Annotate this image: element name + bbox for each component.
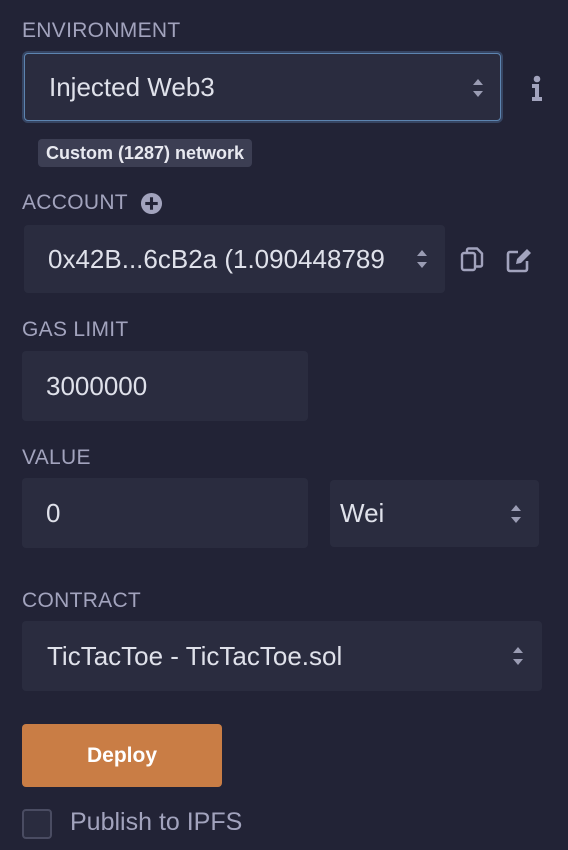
select-arrows-icon	[511, 505, 521, 523]
deploy-run-panel: ENVIRONMENT Injected Web3 Custom (1287) …	[0, 0, 568, 850]
deploy-button[interactable]: Deploy	[22, 724, 222, 787]
environment-selected-value: Injected Web3	[49, 71, 215, 102]
publish-to-ipfs-checkbox[interactable]	[22, 809, 52, 839]
contract-selected-value: TicTacToe - TicTacToe.sol	[47, 640, 343, 671]
edit-icon[interactable]	[505, 246, 535, 274]
environment-label: ENVIRONMENT	[22, 19, 181, 42]
contract-label: CONTRACT	[22, 589, 142, 612]
account-label: ACCOUNT	[22, 191, 128, 214]
gas-limit-input[interactable]: 3000000	[22, 351, 308, 421]
account-selected-value: 0x42B...6cB2a (1.090448789	[48, 243, 385, 274]
value-unit-selected: Wei	[340, 498, 385, 528]
select-arrows-icon	[473, 79, 483, 97]
contract-select[interactable]: TicTacToe - TicTacToe.sol	[22, 621, 542, 691]
account-select[interactable]: 0x42B...6cB2a (1.090448789	[24, 225, 445, 293]
environment-select[interactable]: Injected Web3	[24, 53, 501, 121]
publish-to-ipfs-label[interactable]: Publish to IPFS	[70, 808, 242, 837]
value-unit-select[interactable]: Wei	[330, 480, 539, 547]
select-arrows-icon	[417, 250, 427, 268]
network-badge: Custom (1287) network	[38, 139, 253, 167]
gas-limit-label: GAS LIMIT	[22, 318, 129, 341]
value-label: VALUE	[22, 446, 91, 469]
value-input[interactable]: 0	[22, 478, 308, 548]
select-arrows-icon	[513, 647, 523, 665]
plus-circle-icon[interactable]	[139, 191, 163, 215]
copy-icon[interactable]	[459, 246, 485, 274]
info-icon[interactable]	[527, 74, 547, 102]
